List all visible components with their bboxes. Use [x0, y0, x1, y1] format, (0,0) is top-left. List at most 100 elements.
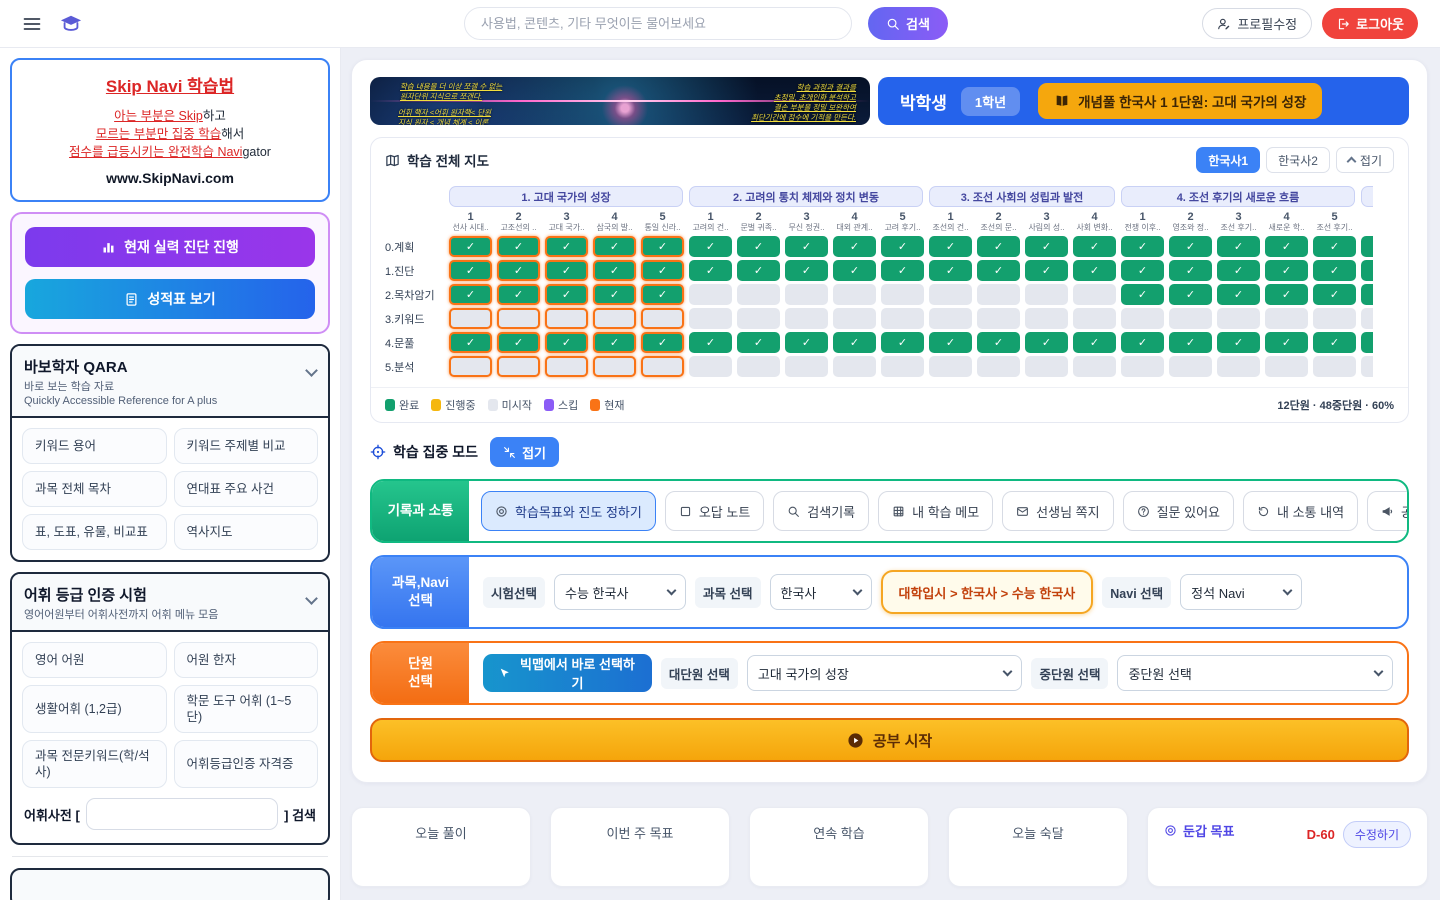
map-cell[interactable]: ✓ — [593, 260, 636, 281]
minor-unit-select[interactable]: 중단원 선택 — [1117, 655, 1393, 691]
map-cell[interactable] — [737, 284, 780, 305]
map-cell[interactable]: ✓ — [881, 260, 924, 281]
map-cell[interactable]: ✓ — [1265, 284, 1308, 305]
current-level-diagnosis-button[interactable]: 현재 실력 진단 진행 — [25, 227, 315, 267]
map-cell[interactable]: ✓ — [833, 332, 876, 353]
search-input[interactable] — [464, 7, 852, 40]
map-cell[interactable]: ✓ — [1025, 332, 1068, 353]
map-cell[interactable]: ✓ — [641, 236, 684, 257]
vocab-header[interactable]: 어휘 등급 인증 시험 영어어원부터 어휘사전까지 어휘 메뉴 모음 — [12, 574, 328, 632]
map-cell[interactable] — [785, 356, 828, 377]
map-cell[interactable]: ✓ — [1169, 236, 1212, 257]
map-cell[interactable] — [1361, 356, 1373, 377]
map-cell[interactable] — [881, 356, 924, 377]
map-cell[interactable]: ✓ — [1361, 332, 1373, 353]
map-cell[interactable]: ✓ — [833, 236, 876, 257]
comm-button-squareo[interactable]: 오답 노트 — [665, 491, 764, 531]
map-cell[interactable]: ✓ — [1313, 284, 1356, 305]
map-cell[interactable] — [497, 356, 540, 377]
map-cell[interactable] — [977, 308, 1020, 329]
comm-button-megaphone[interactable]: 공지사항 — [1367, 491, 1409, 531]
map-cell[interactable]: ✓ — [881, 236, 924, 257]
map-cell[interactable] — [1265, 356, 1308, 377]
map-cell[interactable]: ✓ — [1025, 236, 1068, 257]
map-cell[interactable] — [689, 308, 732, 329]
map-cell[interactable]: ✓ — [1313, 260, 1356, 281]
grade-badge[interactable]: 1학년 — [961, 87, 1020, 116]
bigmap-select-button[interactable]: 빅맵에서 바로 선택하기 — [483, 654, 652, 692]
stat-card[interactable]: 오늘 풀이 — [351, 807, 531, 887]
map-cell[interactable]: ✓ — [785, 236, 828, 257]
map-cell[interactable] — [1073, 284, 1116, 305]
map-cell[interactable] — [833, 284, 876, 305]
map-cell[interactable]: ✓ — [1313, 332, 1356, 353]
map-cell[interactable] — [1169, 308, 1212, 329]
stat-card[interactable]: 연속 학습 — [749, 807, 929, 887]
map-cell[interactable]: ✓ — [1121, 284, 1164, 305]
vocab-menu-item[interactable]: 생활어휘 (1,2급) — [22, 685, 167, 733]
map-cell[interactable] — [929, 308, 972, 329]
map-cell[interactable]: ✓ — [497, 236, 540, 257]
start-study-button[interactable]: 공부 시작 — [370, 718, 1409, 762]
map-cell[interactable] — [497, 308, 540, 329]
map-cell[interactable] — [593, 356, 636, 377]
map-cell[interactable]: ✓ — [1169, 332, 1212, 353]
map-cell[interactable] — [641, 356, 684, 377]
map-cell[interactable]: ✓ — [545, 332, 588, 353]
map-cell[interactable] — [977, 356, 1020, 377]
map-cell[interactable]: ✓ — [1313, 236, 1356, 257]
map-cell[interactable] — [1217, 356, 1260, 377]
map-cell[interactable] — [1313, 356, 1356, 377]
map-cell[interactable] — [1361, 308, 1373, 329]
map-cell[interactable] — [1121, 308, 1164, 329]
map-cell[interactable]: ✓ — [689, 260, 732, 281]
map-cell[interactable]: ✓ — [881, 332, 924, 353]
map-cell[interactable]: ✓ — [593, 284, 636, 305]
comm-button-target[interactable]: 학습목표와 진도 정하기 — [481, 491, 656, 531]
comm-button-mail[interactable]: 선생님 쪽지 — [1002, 491, 1113, 531]
comm-button-question[interactable]: 질문 있어요 — [1123, 491, 1234, 531]
map-cell[interactable] — [929, 284, 972, 305]
map-cell[interactable]: ✓ — [785, 332, 828, 353]
map-tab-한국사1[interactable]: 한국사1 — [1196, 147, 1260, 173]
map-cell[interactable]: ✓ — [497, 260, 540, 281]
vocab-menu-item[interactable]: 영어 어원 — [22, 642, 167, 678]
qara-header[interactable]: 바보학자 QARA 바로 보는 학습 자료 Quickly Accessible… — [12, 346, 328, 418]
map-cell[interactable]: ✓ — [1121, 260, 1164, 281]
map-cell[interactable] — [449, 308, 492, 329]
major-unit-select[interactable]: 고대 국가의 성장 — [747, 655, 1023, 691]
map-cell[interactable]: ✓ — [737, 236, 780, 257]
map-collapse-button[interactable]: 접기 — [1336, 147, 1394, 173]
qara-menu-item[interactable]: 과목 전체 목차 — [22, 471, 167, 507]
map-cell[interactable]: ✓ — [545, 284, 588, 305]
map-cell[interactable]: ✓ — [977, 332, 1020, 353]
map-cell[interactable]: ✓ — [929, 236, 972, 257]
navi-select[interactable]: 정석 Navi — [1180, 574, 1302, 610]
map-cell[interactable]: ✓ — [593, 236, 636, 257]
dictionary-search-input[interactable] — [86, 798, 278, 830]
map-cell[interactable] — [1025, 356, 1068, 377]
map-cell[interactable]: ✓ — [1169, 284, 1212, 305]
map-cell[interactable]: ✓ — [1217, 284, 1260, 305]
map-tab-한국사2[interactable]: 한국사2 — [1266, 147, 1330, 173]
map-cell[interactable] — [449, 356, 492, 377]
vocab-menu-item[interactable]: 어원 한자 — [174, 642, 319, 678]
map-cell[interactable] — [545, 308, 588, 329]
map-cell[interactable] — [641, 308, 684, 329]
comm-button-history[interactable]: 내 소통 내역 — [1243, 491, 1358, 531]
vocab-menu-item[interactable]: 학문 도구 어휘 (1~5단) — [174, 685, 319, 733]
stat-card[interactable]: 오늘 숙달 — [948, 807, 1128, 887]
map-cell[interactable]: ✓ — [1217, 260, 1260, 281]
logo-graduation-cap-icon[interactable] — [60, 13, 82, 35]
map-cell[interactable] — [689, 356, 732, 377]
map-cell[interactable] — [1073, 308, 1116, 329]
map-cell[interactable]: ✓ — [1217, 332, 1260, 353]
map-cell[interactable]: ✓ — [1169, 260, 1212, 281]
map-cell[interactable] — [1025, 284, 1068, 305]
current-course-button[interactable]: 개념풀 한국사 1 1단원: 고대 국가의 성장 — [1038, 83, 1322, 119]
vocab-menu-item[interactable]: 과목 전문키워드(학/석사) — [22, 740, 167, 788]
qara-menu-item[interactable]: 연대표 주요 사건 — [174, 471, 319, 507]
map-cell[interactable]: ✓ — [497, 284, 540, 305]
map-cell[interactable]: ✓ — [1217, 236, 1260, 257]
map-cell[interactable]: ✓ — [1265, 332, 1308, 353]
